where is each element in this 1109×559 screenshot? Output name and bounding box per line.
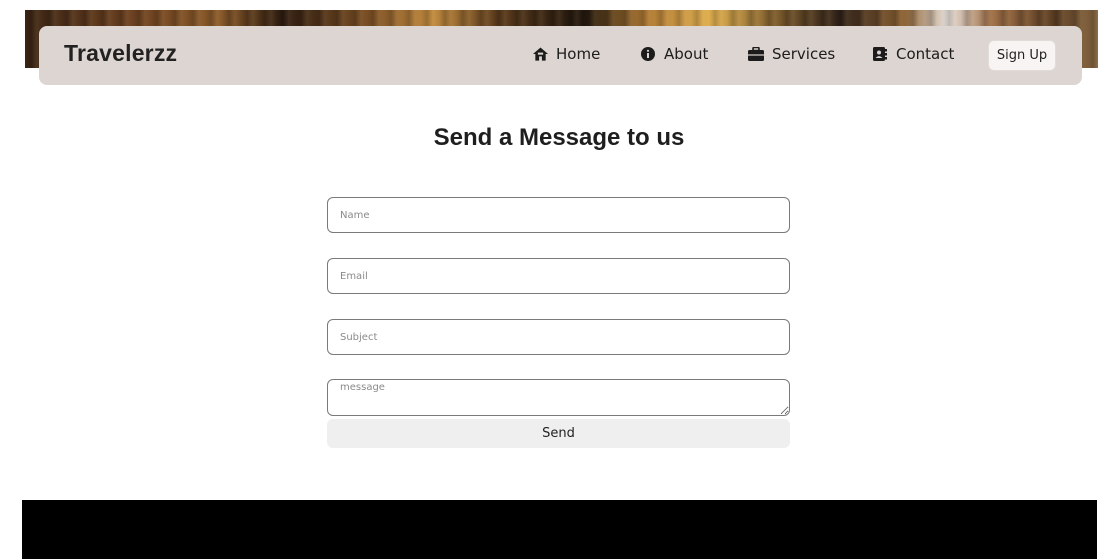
message-textarea[interactable]	[327, 379, 790, 416]
info-circle-icon	[640, 46, 656, 62]
name-input[interactable]	[327, 197, 790, 233]
briefcase-icon	[748, 46, 764, 62]
nav-item-home[interactable]: Home	[532, 45, 600, 63]
nav-item-contact[interactable]: Contact	[872, 45, 954, 63]
navbar: Travelerzz Home About Services Contact S…	[39, 26, 1082, 85]
email-input[interactable]	[327, 258, 790, 294]
footer	[22, 500, 1097, 559]
nav-item-services[interactable]: Services	[748, 45, 835, 63]
nav-label-home: Home	[556, 45, 601, 63]
brand-logo[interactable]: Travelerzz	[64, 40, 177, 67]
page-title: Send a Message to us	[433, 124, 685, 151]
home-icon	[532, 46, 548, 62]
send-button[interactable]: Send	[327, 419, 790, 448]
address-book-icon	[872, 46, 888, 62]
subject-input[interactable]	[327, 319, 790, 355]
contact-page: Travelerzz Home About Services Contact S…	[0, 0, 1109, 559]
sign-up-button[interactable]: Sign Up	[988, 40, 1056, 71]
nav-item-about[interactable]: About	[640, 45, 708, 63]
nav-label-contact: Contact	[896, 45, 955, 63]
nav-label-about: About	[664, 45, 709, 63]
nav-label-services: Services	[772, 45, 836, 63]
